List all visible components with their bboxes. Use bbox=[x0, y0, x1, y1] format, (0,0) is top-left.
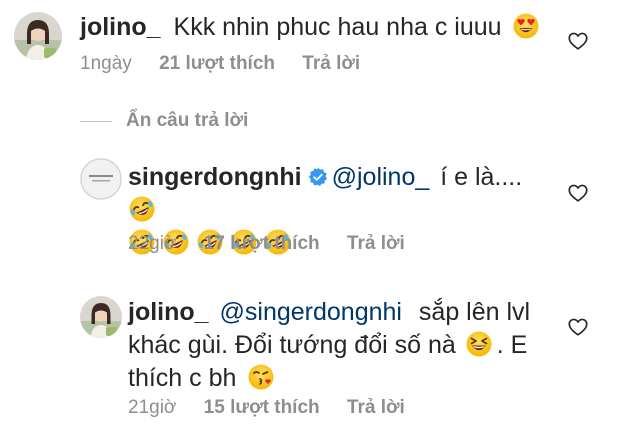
reply-username[interactable]: jolino_ bbox=[128, 298, 209, 326]
reply-button[interactable]: Trả lời bbox=[347, 232, 405, 256]
reply-time[interactable]: 21giờ bbox=[128, 396, 176, 420]
comment-username[interactable]: jolino_ bbox=[80, 13, 161, 41]
reply-body: í e là.... bbox=[440, 163, 523, 191]
like-heart-icon[interactable] bbox=[567, 316, 589, 338]
reply-meta: 22giờ 17 lượt thích Trả lời bbox=[128, 232, 405, 256]
reply-username[interactable]: singerdongnhi bbox=[128, 163, 302, 191]
verified-badge-icon bbox=[308, 163, 328, 186]
reply-likes[interactable]: 15 lượt thích bbox=[204, 396, 320, 420]
mention-link[interactable]: @singerdongnhi bbox=[220, 298, 402, 326]
hide-replies-label[interactable]: Ẩn câu trả lời bbox=[126, 110, 248, 132]
heart-eyes-emoji-icon bbox=[512, 12, 540, 40]
reply-body-line-2: khác gùi. Đổi tướng đổi số nà bbox=[128, 331, 456, 359]
reply-body-line-3: . E bbox=[496, 331, 528, 359]
comment-likes[interactable]: 21 lượt thích bbox=[159, 52, 275, 76]
reply-button[interactable]: Trả lời bbox=[347, 396, 405, 420]
reply-body-line-4: thích c bh bbox=[128, 364, 237, 392]
avatar[interactable] bbox=[80, 158, 122, 200]
reply-meta: 21giờ 15 lượt thích Trả lời bbox=[128, 396, 405, 420]
comment-body: Kkk nhin phuc hau nha c iuuu bbox=[173, 13, 502, 41]
hide-replies-toggle[interactable]: Ẩn câu trả lời bbox=[80, 108, 248, 134]
reply-likes[interactable]: 17 lượt thích bbox=[204, 232, 320, 256]
comment-meta: 1ngày 21 lượt thích Trả lời bbox=[80, 52, 360, 76]
reply-text: jolino_ @singerdongnhi sắp lên lvl khác … bbox=[128, 296, 548, 395]
mention-link[interactable]: @jolino_ bbox=[332, 163, 430, 191]
reply-body-line-1: sắp lên lvl bbox=[418, 298, 531, 326]
rolling-laughing-emoji-icon bbox=[128, 195, 156, 223]
like-heart-icon[interactable] bbox=[567, 182, 589, 204]
avatar[interactable] bbox=[80, 296, 122, 338]
face-blowing-kiss-emoji-icon bbox=[247, 363, 275, 391]
reply-time[interactable]: 22giờ bbox=[128, 232, 176, 256]
grinning-squinting-emoji-icon bbox=[465, 330, 493, 358]
avatar[interactable] bbox=[14, 12, 62, 60]
divider-line bbox=[80, 120, 112, 122]
like-heart-icon[interactable] bbox=[567, 30, 589, 52]
comment-text: jolino_ Kkk nhin phuc hau nha c iuuu bbox=[80, 11, 560, 44]
comment-time[interactable]: 1ngày bbox=[80, 52, 132, 76]
reply-button[interactable]: Trả lời bbox=[302, 52, 360, 76]
